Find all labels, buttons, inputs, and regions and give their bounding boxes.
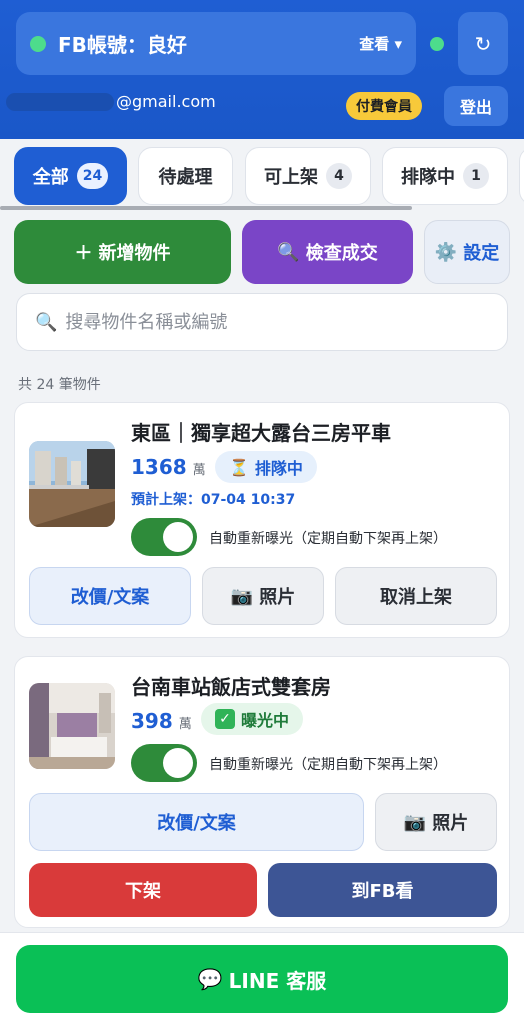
search-bar[interactable]: 🔍	[16, 293, 508, 351]
auto-reexpose-toggle[interactable]	[131, 744, 197, 782]
hourglass-icon: ⏳	[229, 457, 249, 477]
auto-reexpose-toggle[interactable]	[131, 518, 197, 556]
listing-title[interactable]: 東區｜獨享超大露台三房平車	[131, 417, 391, 446]
tab-count: 4	[326, 163, 352, 189]
auto-reexpose-label: 自動重新曝光（定期自動下架再上架）	[209, 531, 447, 547]
scheduled-time: 預計上架：07-04 10:37	[131, 492, 296, 508]
chat-bubble-icon: 💬	[197, 967, 223, 991]
listing-price: 1368 萬	[131, 455, 206, 479]
listing-price: 398 萬	[131, 709, 192, 733]
status-dot	[30, 35, 46, 52]
tab-count: 1	[463, 163, 489, 189]
unlist-button[interactable]: 下架	[29, 863, 257, 917]
tab-label: 全部	[32, 167, 69, 188]
check-deals-button[interactable]: 🔍 檢查成交	[242, 220, 413, 284]
status-label: 曝光中	[241, 711, 290, 730]
magnifier-icon: 🔍	[277, 241, 300, 263]
tab-label: 排隊中	[401, 167, 455, 188]
tab-count: 24	[76, 163, 109, 189]
view-account-button[interactable]: 查看 ▾	[359, 33, 402, 54]
toggle-knob	[163, 748, 193, 778]
tab-label: 待處理	[158, 167, 213, 188]
filter-tabs: 全部 24 待處理 可上架 4 排隊中 1	[0, 145, 524, 207]
plus-icon: ＋	[74, 243, 93, 264]
fb-account-status[interactable]: FB帳號：良好 查看 ▾	[16, 12, 416, 75]
cancel-listing-button[interactable]: 取消上架	[335, 567, 497, 625]
photos-label: 照片	[259, 587, 296, 608]
check-deals-label: 檢查成交	[305, 243, 378, 264]
check-icon: ✓	[215, 709, 235, 729]
logout-button[interactable]: 登出	[444, 86, 508, 126]
status-label: 排隊中	[254, 459, 303, 478]
listing-card: 台南車站飯店式雙套房 398 萬 ✓ 曝光中 自動重新曝光（定期自動下架再上架）…	[14, 656, 510, 928]
line-support-label: LINE 客服	[228, 968, 327, 993]
view-on-fb-button[interactable]: 到FB看	[268, 863, 497, 917]
tab-label: 可上架	[264, 167, 318, 188]
settings-label: 設定	[463, 243, 500, 264]
tabs-scrollbar[interactable]	[0, 206, 412, 210]
price-unit: 萬	[178, 717, 192, 732]
price-unit: 萬	[192, 463, 206, 478]
status-badge: ⏳ 排隊中	[215, 451, 317, 483]
listing-title[interactable]: 台南車站飯店式雙套房	[131, 671, 331, 700]
refresh-button[interactable]: ↻	[458, 12, 508, 75]
email-row: @gmail.com	[6, 92, 216, 111]
gear-icon: ⚙️	[434, 241, 458, 263]
photos-button[interactable]: 📷 照片	[202, 567, 324, 625]
status-badge: ✓ 曝光中	[201, 703, 304, 735]
tab-ready[interactable]: 可上架 4	[245, 147, 371, 205]
tab-more[interactable]	[519, 147, 524, 205]
search-input[interactable]	[65, 311, 466, 333]
connection-dot	[430, 37, 444, 51]
listing-photo[interactable]	[29, 683, 115, 769]
toggle-knob	[163, 522, 193, 552]
listing-photo[interactable]	[29, 441, 115, 527]
auto-reexpose-label: 自動重新曝光（定期自動下架再上架）	[209, 757, 447, 773]
listing-count: 共 24 筆物件	[18, 377, 101, 393]
bottom-bar: 💬 LINE 客服	[0, 932, 524, 1024]
tab-queued[interactable]: 排隊中 1	[382, 147, 508, 205]
camera-icon: 📷	[230, 585, 254, 607]
account-status-text: FB帳號：良好	[58, 33, 187, 57]
tab-all[interactable]: 全部 24	[14, 147, 127, 205]
email-redaction	[6, 92, 114, 111]
app-header: FB帳號：良好 查看 ▾ ↻ @gmail.com 付費會員 登出	[0, 0, 524, 139]
camera-icon: 📷	[403, 811, 427, 833]
search-icon: 🔍	[35, 311, 58, 333]
photos-label: 照片	[432, 813, 469, 834]
edit-price-button[interactable]: 改價/文案	[29, 567, 191, 625]
add-listing-button[interactable]: ＋ 新增物件	[14, 220, 231, 284]
settings-button[interactable]: ⚙️ 設定	[424, 220, 510, 284]
price-value: 1368	[131, 455, 187, 479]
paid-member-badge: 付費會員	[346, 92, 422, 120]
tab-pending[interactable]: 待處理	[138, 147, 233, 205]
email-text: @gmail.com	[116, 92, 216, 111]
listing-card: 東區｜獨享超大露台三房平車 1368 萬 ⏳ 排隊中 預計上架：07-04 10…	[14, 402, 510, 638]
edit-price-button[interactable]: 改價/文案	[29, 793, 364, 851]
photos-button[interactable]: 📷 照片	[375, 793, 497, 851]
price-value: 398	[131, 709, 173, 733]
line-support-button[interactable]: 💬 LINE 客服	[16, 945, 508, 1013]
add-listing-label: 新增物件	[98, 243, 171, 264]
refresh-icon: ↻	[474, 31, 492, 56]
